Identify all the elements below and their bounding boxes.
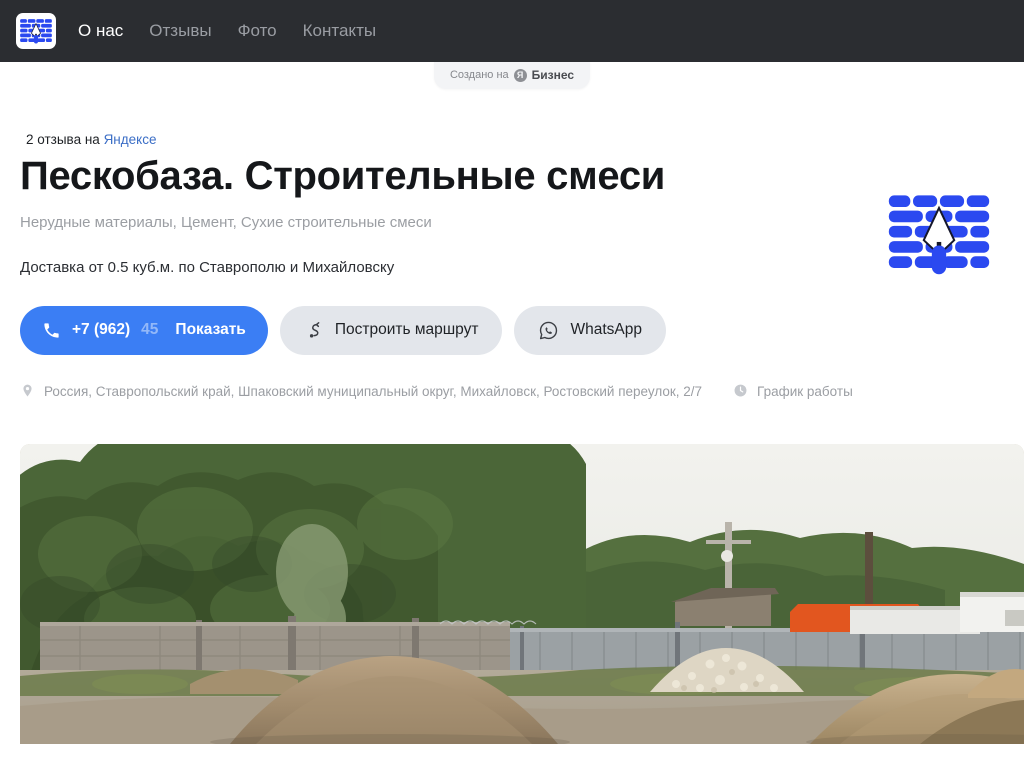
whatsapp-button[interactable]: WhatsApp — [514, 305, 666, 355]
nav-item-contacts[interactable]: Контакты — [303, 21, 376, 40]
created-on-prefix: Создано на — [449, 69, 509, 81]
business-photo[interactable] — [20, 444, 1024, 745]
info-row: Россия, Ставропольский край, Шпаковский … — [20, 383, 1004, 402]
phone-icon — [42, 321, 61, 340]
yandex-reviews-link[interactable]: Яндексе — [104, 132, 157, 147]
brick-wall-trowel-logo-icon — [880, 190, 998, 276]
created-on-badge[interactable]: Создано на Я Бизнес — [433, 62, 591, 89]
nav-logo[interactable] — [16, 13, 56, 49]
show-phone-button[interactable]: +7 (962) 45 Показать — [20, 305, 268, 355]
nav-item-photo[interactable]: Фото — [238, 21, 277, 40]
brick-wall-trowel-logo-icon — [19, 17, 53, 45]
company-logo — [880, 190, 998, 276]
phone-show-label: Показать — [175, 321, 246, 339]
clock-icon — [733, 383, 748, 402]
business-categories: Нерудные материалы, Цемент, Сухие строит… — [20, 213, 432, 231]
reviews-count: 2 отзыва на — [26, 132, 100, 147]
whatsapp-icon — [538, 320, 559, 341]
nav-item-reviews[interactable]: Отзывы — [149, 21, 211, 40]
phone-number-visible: +7 (962) — [72, 321, 131, 339]
route-icon — [304, 320, 324, 340]
schedule-label: График работы — [757, 384, 853, 400]
map-pin-icon — [20, 383, 35, 402]
build-route-label: Построить маршрут — [334, 321, 479, 339]
schedule-item[interactable]: График работы — [733, 383, 853, 402]
page-title: Пескобаза. Строительные смеси — [20, 154, 666, 199]
reviews-line: 2 отзыва на Яндексе — [26, 132, 1004, 148]
address-text: Россия, Ставропольский край, Шпаковский … — [44, 384, 703, 400]
created-on-brand: Бизнес — [531, 68, 575, 82]
top-navbar: О нас Отзывы Фото Контакты — [0, 0, 1024, 62]
business-tagline: Доставка от 0.5 куб.м. по Ставрополю и М… — [20, 259, 395, 277]
action-buttons: +7 (962) 45 Показать Построить маршрут W… — [20, 305, 1004, 355]
phone-number-masked: 45 — [141, 321, 159, 339]
page-container: 2 отзыва на Яндексе Пескобаза. Строитель… — [0, 62, 1024, 745]
nav-item-about[interactable]: О нас — [78, 21, 123, 40]
whatsapp-label: WhatsApp — [570, 321, 642, 339]
header-section: 2 отзыва на Яндексе Пескобаза. Строитель… — [20, 62, 1024, 745]
nav-links: О нас Отзывы Фото Контакты — [78, 22, 376, 41]
address-item[interactable]: Россия, Ставропольский край, Шпаковский … — [20, 383, 702, 402]
yandex-mark-icon: Я — [513, 68, 527, 82]
build-route-button[interactable]: Построить маршрут — [279, 305, 503, 355]
